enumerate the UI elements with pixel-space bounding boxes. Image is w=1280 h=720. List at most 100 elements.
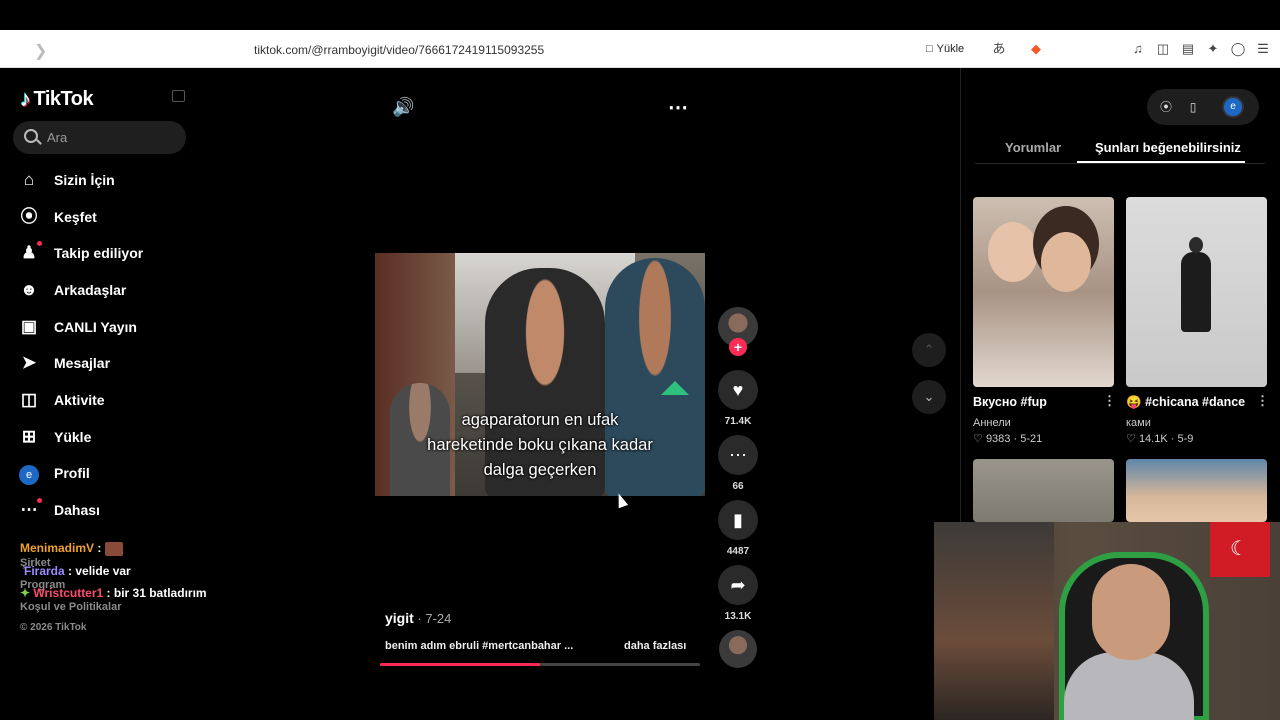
share-icon[interactable]: ➦	[718, 565, 758, 605]
screen: ❮ ❯ ↻ □ ⚙ tiktok.com/@rramboyigit/video/…	[0, 0, 1280, 720]
chat-username: MenimadimV	[20, 541, 95, 555]
search-input[interactable]	[47, 121, 177, 154]
tiktok-logo[interactable]: ♪ TikTok	[20, 86, 94, 112]
heart-outline-icon: ♡	[1126, 433, 1136, 445]
sidebar-item-label: Profil	[54, 465, 90, 481]
share-action[interactable]: ➦ 13.1K	[717, 565, 759, 622]
sidebar-item-more[interactable]: ⋯ Dahası	[18, 497, 100, 523]
bookmark-save-icon[interactable]: ▮	[718, 500, 758, 540]
bookmark-icon[interactable]: □	[194, 41, 204, 59]
sidebar-item-label: CANLI Yayın	[54, 319, 137, 335]
video-progress-bar[interactable]	[380, 663, 700, 666]
caption-line: hareketinde boku çıkana kadar	[427, 436, 653, 454]
ai-sparkle-icon[interactable]: ✦	[1205, 41, 1221, 57]
sidebar-item-live[interactable]: ▣ CANLI Yayın	[18, 314, 137, 340]
menu-icon[interactable]: ☰	[1255, 41, 1271, 57]
card-stats: ♡ 14.1K · 5-9	[1126, 433, 1194, 445]
sidebar-item-for-you[interactable]: ⌂ Sizin İçin	[18, 167, 115, 193]
search-icon	[24, 129, 38, 143]
follow-button[interactable]: +	[729, 338, 747, 356]
mobile-icon[interactable]: ▯	[1185, 99, 1201, 115]
card-author[interactable]: Аннели	[973, 417, 1011, 429]
sidebar-item-profile[interactable]: e Profil	[18, 460, 90, 486]
see-more-link[interactable]: daha fazlası	[624, 640, 686, 652]
sidebar-item-friends[interactable]: ☻ Arkadaşlar	[18, 277, 126, 303]
monitor-icon: □	[926, 43, 933, 55]
os-top-bar	[0, 0, 1280, 30]
tiktok-note-icon: ♪	[20, 86, 31, 111]
comment-action[interactable]: ⋯ 66	[717, 435, 759, 492]
volume-icon[interactable]: 🔊	[392, 97, 414, 118]
card-date: 5-9	[1177, 433, 1194, 445]
chat-badge-icon: ✦	[20, 586, 31, 600]
chat-emote	[104, 541, 123, 556]
sidebar-toggle-icon[interactable]: ◫	[1155, 41, 1171, 57]
more-options-icon[interactable]: ⋯	[668, 95, 688, 120]
sidebar-item-activity[interactable]: ◫ Aktivite	[18, 387, 105, 413]
streamer-face	[1092, 564, 1170, 660]
notification-dot	[37, 241, 42, 246]
footer-terms-link[interactable]: Koşul ve Politikalar	[20, 601, 121, 613]
recommended-video-thumbnail[interactable]	[973, 197, 1114, 387]
video-caption: agaparatorun en ufak hareketinde boku çı…	[375, 408, 705, 483]
chat-message: ✦ Wristcutter1 : bir 31 batladırım	[20, 586, 207, 600]
sidebar-item-explore[interactable]: ⦿ Keşfet	[18, 204, 97, 230]
chat-username: Wristcutter1	[33, 586, 104, 600]
activity-icon: ◫	[20, 390, 38, 409]
sidebar-item-following[interactable]: ♟ Takip ediliyor	[18, 240, 143, 266]
search-box[interactable]	[13, 121, 186, 154]
video-description: benim adım ebruli #mertcanbahar ...	[385, 640, 574, 652]
music-icon[interactable]: ♫	[1130, 41, 1146, 57]
heart-icon[interactable]: ♥	[718, 370, 758, 410]
card-title: #chicana #dance	[1145, 395, 1246, 409]
like-count: 71.4K	[724, 416, 752, 427]
card-title-wrapper[interactable]: 😝 #chicana #dance	[1126, 395, 1245, 410]
sidebar-item-upload[interactable]: ⊞ Yükle	[18, 424, 91, 450]
next-video-button[interactable]: ⌄	[912, 380, 946, 414]
comment-icon[interactable]: ⋯	[718, 435, 758, 475]
tab-divider	[975, 163, 1265, 164]
card-title[interactable]: Вкусно #fup	[973, 395, 1047, 409]
compass-icon[interactable]: ⦿	[1158, 99, 1174, 115]
previous-video-button[interactable]: ⌃	[912, 333, 946, 367]
upload-icon: ⊞	[21, 427, 37, 446]
chat-message: MenimadimV :	[20, 541, 123, 556]
chat-separator: :	[64, 564, 76, 578]
home-icon: ⌂	[23, 170, 35, 189]
webcam-overlay	[934, 522, 1280, 720]
recommended-video-thumbnail[interactable]	[1126, 197, 1267, 387]
card-more-icon[interactable]: ⋮	[1256, 393, 1269, 409]
sidebar-item-label: Sizin İçin	[54, 172, 115, 188]
sound-disc-avatar[interactable]	[719, 630, 757, 668]
collapse-sidebar-icon[interactable]	[172, 90, 185, 102]
card-emoji: 😝	[1126, 395, 1142, 409]
like-action[interactable]: ♥ 71.4K	[717, 370, 759, 427]
wallet-icon[interactable]: ▤	[1180, 41, 1196, 57]
webcam-background	[934, 522, 1054, 720]
sidebar-item-label: Arkadaşlar	[54, 282, 127, 298]
brave-shield-icon[interactable]: ◆	[1028, 41, 1044, 57]
sidebar-item-label: Keşfet	[54, 209, 97, 225]
tab-you-may-like[interactable]: Şunları beğenebilirsiniz	[1095, 140, 1241, 155]
notification-dot	[37, 498, 42, 503]
url-bar[interactable]: tiktok.com/@rramboyigit/video/7666172419…	[254, 43, 544, 57]
share-count: 13.1K	[724, 611, 752, 622]
video-author[interactable]: yigit · 7-24	[385, 610, 451, 626]
save-action[interactable]: ▮ 4487	[717, 500, 759, 557]
vpn-icon[interactable]: ◯	[1230, 41, 1246, 57]
recommended-video-thumbnail[interactable]	[973, 459, 1114, 522]
card-author[interactable]: ками	[1126, 417, 1151, 429]
recommended-video-thumbnail[interactable]	[1126, 459, 1267, 522]
upload-extension-button[interactable]: □ Yükle	[926, 43, 964, 55]
user-avatar[interactable]: e	[1222, 96, 1244, 118]
site-settings-icon[interactable]: ⚙	[226, 41, 236, 54]
sidebar-item-label: Yükle	[54, 429, 92, 445]
tab-comments[interactable]: Yorumlar	[1005, 140, 1061, 155]
forward-icon[interactable]: ❯	[34, 41, 47, 61]
card-more-icon[interactable]: ⋮	[1103, 393, 1116, 409]
sidebar-item-messages[interactable]: ➤ Mesajlar	[18, 350, 110, 376]
reload-icon[interactable]: ↻	[58, 41, 71, 61]
translate-icon[interactable]: あ	[991, 41, 1007, 57]
caption-line: dalga geçerken	[483, 461, 597, 479]
back-icon[interactable]: ❮	[10, 41, 23, 61]
